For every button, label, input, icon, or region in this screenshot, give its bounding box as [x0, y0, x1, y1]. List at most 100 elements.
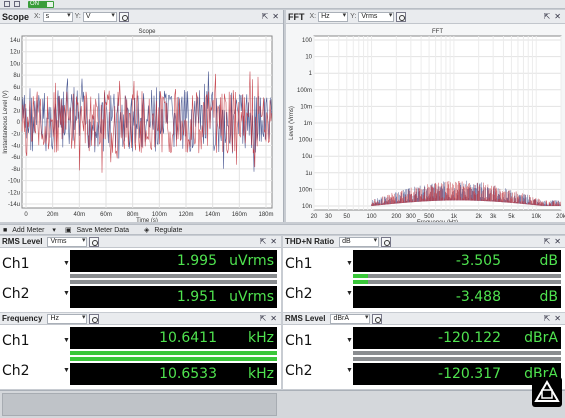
channel-dropdown-icon[interactable]: ▼	[346, 290, 353, 297]
top-toolbar	[0, 0, 565, 9]
popout-icon[interactable]: ⇱	[544, 314, 551, 323]
popout-icon[interactable]: ⇱	[262, 12, 269, 21]
fft-title: FFT	[288, 11, 305, 22]
add-meter-button[interactable]: ■ Add Meter ▾	[3, 226, 56, 234]
meter-header: RMS Level Vrms ⇱ ✕	[0, 236, 281, 248]
meter-unit-select[interactable]: Vrms	[47, 236, 88, 247]
channel-dropdown-icon[interactable]: ▼	[346, 367, 353, 374]
scope-panel: Scope X: s Y: V ⇱ ✕ Scope 14u 12u 10u 8u 6u 4u…	[0, 10, 284, 222]
meter-unit-select[interactable]: Hz	[47, 313, 88, 324]
meter-unit-label: uVrms	[229, 253, 274, 269]
scope-y-unit-select[interactable]: V	[82, 11, 117, 22]
meter-value: 10.6533	[159, 366, 217, 382]
fft-x-unit: Hz	[321, 12, 330, 20]
meter-unit: Vrms	[50, 237, 67, 245]
close-icon[interactable]: ✕	[554, 12, 561, 21]
meter-readout: 10.6533 kHz	[70, 363, 277, 385]
scope-x-axis-label: Time (s)	[136, 218, 158, 222]
channel-dropdown-icon[interactable]: ▼	[63, 337, 70, 344]
footer-area	[2, 393, 277, 416]
meter-value: -120.122	[438, 330, 501, 346]
meter-readout: 10.6411 kHz	[70, 327, 277, 349]
meter-title: RMS Level	[2, 237, 43, 246]
fft-header: FFT X: Hz Y: Vrms ⇱ ✕	[286, 10, 565, 24]
meter-value: 1.951	[176, 289, 217, 305]
channel-label: Ch2	[2, 286, 30, 302]
fft-x-unit-select[interactable]: Hz	[318, 11, 349, 22]
meter-unit: Hz	[50, 314, 60, 322]
channel-dropdown-icon[interactable]: ▼	[63, 260, 70, 267]
meter-unit-select[interactable]: dB	[339, 236, 380, 247]
menu-icon[interactable]	[4, 1, 10, 7]
meter-settings-button[interactable]	[372, 313, 383, 324]
meter-readout: -3.488 dB	[353, 286, 561, 308]
scope-autoscale-button[interactable]	[118, 11, 129, 22]
x-tick-label: 0	[24, 212, 28, 218]
x-tick-label: 2k	[475, 214, 482, 220]
channel-dropdown-icon[interactable]: ▼	[63, 290, 70, 297]
meter-level-bar	[70, 274, 277, 278]
scope-plot[interactable]: Scope 14u 12u 10u 8u 6u 4u 2u 0 -2u -4u -6u -8u -10u -…	[0, 24, 284, 222]
y-tick-label: 4u	[13, 97, 20, 103]
x-tick-label: 30	[325, 214, 332, 220]
y-tick-label: 2u	[13, 108, 20, 114]
y-tick-label: -14u	[8, 202, 20, 208]
y-tick-label: -8u	[11, 167, 20, 173]
y-tick-label: 14u	[10, 38, 20, 44]
y-tick-label: 100m	[297, 88, 312, 94]
scope-y-axis-label: Instantaneous Level (V)	[3, 90, 9, 153]
meter-unit: dBrA	[333, 314, 350, 322]
fft-plot[interactable]: FFT 100 10 1 100m 10m 1m 100u 10u 1u 100n 10n 20 30 50…	[286, 24, 565, 222]
x-tick-label: 300	[406, 214, 417, 220]
meter-channel-row: Ch1 ▼ -120.122 dBrA	[283, 325, 565, 357]
scope-x-unit-select[interactable]: s	[42, 11, 73, 22]
channel-label: Ch1	[285, 256, 313, 272]
warning-button[interactable]	[532, 377, 562, 407]
meter-channel-row: Ch2 ▼ -120.317 dBrA	[283, 357, 565, 389]
meter-settings-button[interactable]	[89, 313, 100, 324]
meter-level-fill	[70, 351, 277, 355]
fft-y-axis-label: Level (Vrms)	[289, 106, 295, 140]
meter-value: 10.6411	[159, 330, 217, 346]
close-icon[interactable]: ✕	[554, 237, 561, 246]
meter-panel-frequency: Frequency Hz ⇱ ✕ Ch1 ▼ 10.6411 kHz Ch2	[0, 313, 281, 389]
close-icon[interactable]: ✕	[272, 12, 279, 21]
close-icon[interactable]: ✕	[554, 314, 561, 323]
generator-on-toggle[interactable]: ON	[28, 1, 54, 8]
meter-value: 1.995	[176, 253, 217, 269]
meter-unit-select[interactable]: dBrA	[330, 313, 371, 324]
channel-dropdown-icon[interactable]: ▼	[346, 337, 353, 344]
popout-icon[interactable]: ⇱	[260, 314, 267, 323]
meter-unit-label: dB	[539, 253, 559, 269]
scope-title: Scope	[2, 11, 30, 22]
close-icon[interactable]: ✕	[270, 237, 277, 246]
meter-toolbar: ■ Add Meter ▾ ▣ Save Meter Data ◈ Regula…	[0, 224, 565, 235]
scope-x-unit: s	[45, 12, 50, 20]
scope-x-label: X:	[34, 13, 41, 20]
channel-label: Ch2	[285, 363, 313, 379]
fft-y-unit-select[interactable]: Vrms	[358, 11, 395, 22]
close-icon[interactable]: ✕	[270, 314, 277, 323]
save-meter-data-button[interactable]: ▣ Save Meter Data	[65, 226, 135, 234]
channel-dropdown-icon[interactable]: ▼	[63, 367, 70, 374]
meter-unit-label: uVrms	[229, 289, 274, 305]
popout-icon[interactable]: ⇱	[260, 237, 267, 246]
y-tick-label: -10u	[8, 179, 20, 185]
meter-settings-button[interactable]	[89, 236, 100, 247]
popout-icon[interactable]: ⇱	[544, 12, 551, 21]
channel-dropdown-icon[interactable]: ▼	[346, 260, 353, 267]
meter-readout: 1.995 uVrms	[70, 250, 277, 272]
meter-settings-button[interactable]	[381, 236, 392, 247]
meter-level-bar	[70, 280, 277, 284]
regulate-button[interactable]: ◈ Regulate	[144, 226, 188, 234]
meter-header: RMS Level dBrA ⇱ ✕	[283, 313, 565, 325]
meter-value: -3.488	[455, 289, 501, 305]
meter-unit-label: dBrA	[524, 330, 558, 346]
settings-icon[interactable]	[14, 1, 20, 7]
meter-unit-label: kHz	[248, 366, 274, 382]
y-tick-label: -4u	[11, 143, 20, 149]
fft-autoscale-button[interactable]	[396, 11, 407, 22]
meter-header: THD+N Ratio dB ⇱ ✕	[283, 236, 565, 248]
popout-icon[interactable]: ⇱	[544, 237, 551, 246]
y-tick-label: 100u	[299, 138, 312, 144]
